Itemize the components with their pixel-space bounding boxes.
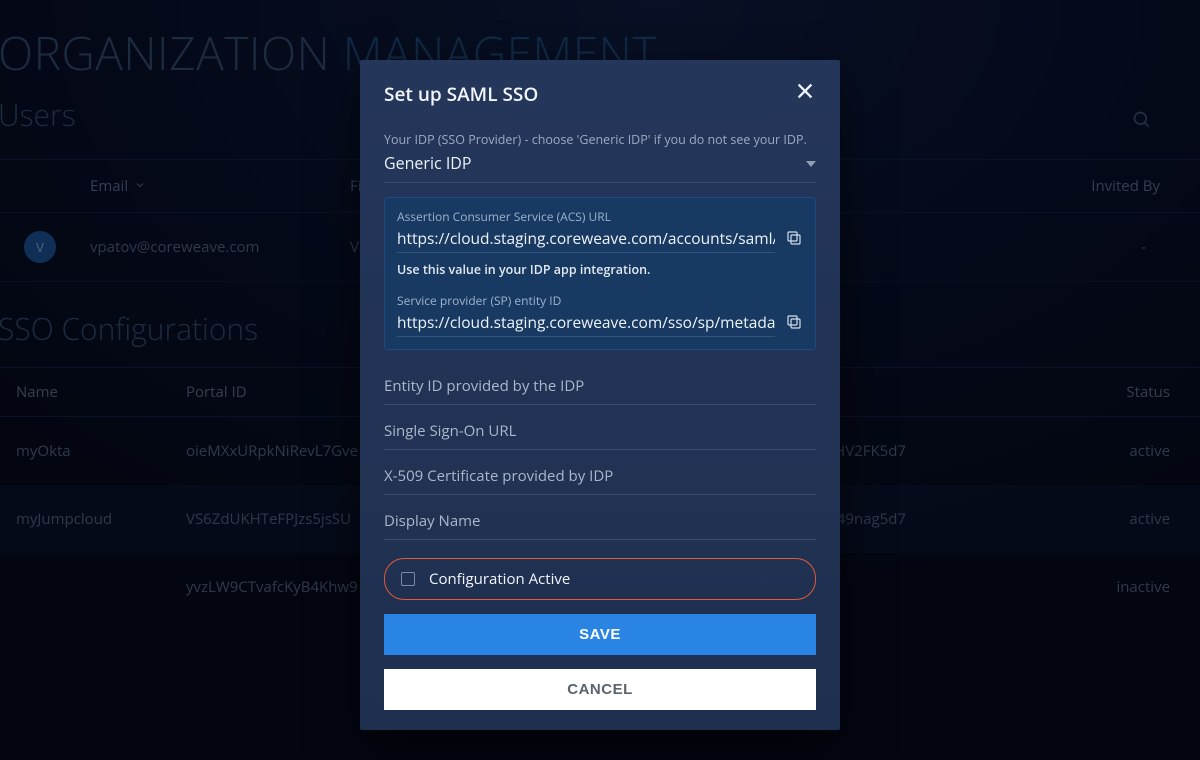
sp-value[interactable]: https://cloud.staging.coreweave.com/sso/…: [397, 311, 775, 337]
sp-label: Service provider (SP) entity ID: [397, 292, 803, 309]
close-icon[interactable]: [794, 80, 816, 107]
modal-title: Set up SAML SSO: [384, 81, 538, 107]
idp-select[interactable]: Generic IDP: [384, 148, 816, 183]
save-button[interactable]: SAVE: [384, 614, 816, 655]
display-name-field[interactable]: Display Name: [384, 495, 816, 540]
entity-id-field[interactable]: Entity ID provided by the IDP: [384, 360, 816, 405]
config-active-toggle[interactable]: Configuration Active: [384, 558, 816, 600]
saml-sso-modal: Set up SAML SSO Your IDP (SSO Provider) …: [360, 60, 840, 730]
cancel-button[interactable]: CANCEL: [384, 669, 816, 710]
x509-field[interactable]: X-509 Certificate provided by IDP: [384, 450, 816, 495]
sso-url-field[interactable]: Single Sign-On URL: [384, 405, 816, 450]
caret-down-icon: [806, 152, 816, 174]
copy-icon[interactable]: [785, 229, 803, 252]
acs-value[interactable]: https://cloud.staging.coreweave.com/acco…: [397, 227, 775, 253]
config-active-label: Configuration Active: [429, 569, 570, 589]
idp-select-value: Generic IDP: [384, 152, 806, 174]
acs-note: Use this value in your IDP app integrati…: [397, 261, 803, 278]
idp-hint: Your IDP (SSO Provider) - choose 'Generi…: [384, 131, 816, 148]
checkbox-icon[interactable]: [401, 572, 415, 586]
copy-icon[interactable]: [785, 313, 803, 336]
acs-card: Assertion Consumer Service (ACS) URL htt…: [384, 197, 816, 350]
acs-label: Assertion Consumer Service (ACS) URL: [397, 208, 803, 225]
